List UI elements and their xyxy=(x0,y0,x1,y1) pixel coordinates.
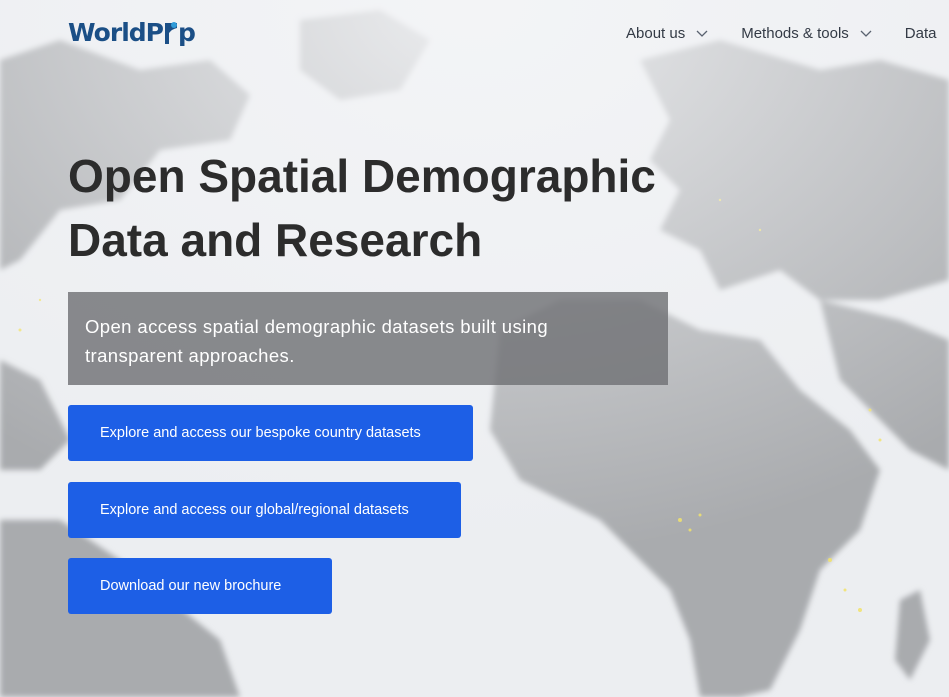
main-nav: About us Methods & tools Data xyxy=(626,21,936,45)
hero-subtitle: Open access spatial demographic datasets… xyxy=(85,316,549,366)
logo-text-right: p xyxy=(177,17,196,47)
page: WorldP p About us Methods & tools Data O… xyxy=(0,0,949,697)
nav-item-label: Methods & tools xyxy=(741,24,849,42)
logo-text-left: WorldP xyxy=(68,17,164,47)
explore-global-regional-datasets-button[interactable]: Explore and access our global/regional d… xyxy=(68,482,461,538)
site-header: WorldP p About us Methods & tools Data xyxy=(0,0,949,66)
logo-pin-icon xyxy=(164,20,178,44)
chevron-down-icon xyxy=(859,26,873,40)
worldpop-logo[interactable]: WorldP p xyxy=(68,16,196,48)
explore-country-datasets-button[interactable]: Explore and access our bespoke country d… xyxy=(68,405,473,461)
nav-item-about-us[interactable]: About us xyxy=(626,25,709,42)
download-brochure-button[interactable]: Download our new brochure xyxy=(68,558,332,614)
hero-title: Open Spatial Demographic Data and Resear… xyxy=(68,150,656,266)
nav-item-methods-tools[interactable]: Methods & tools xyxy=(741,25,873,42)
nav-item-label: Data xyxy=(904,24,937,42)
nav-item-label: About us xyxy=(626,24,686,42)
hero-subtitle-box: Open access spatial demographic datasets… xyxy=(68,292,668,385)
chevron-down-icon xyxy=(695,26,709,40)
nav-item-data[interactable]: Data xyxy=(905,25,937,42)
